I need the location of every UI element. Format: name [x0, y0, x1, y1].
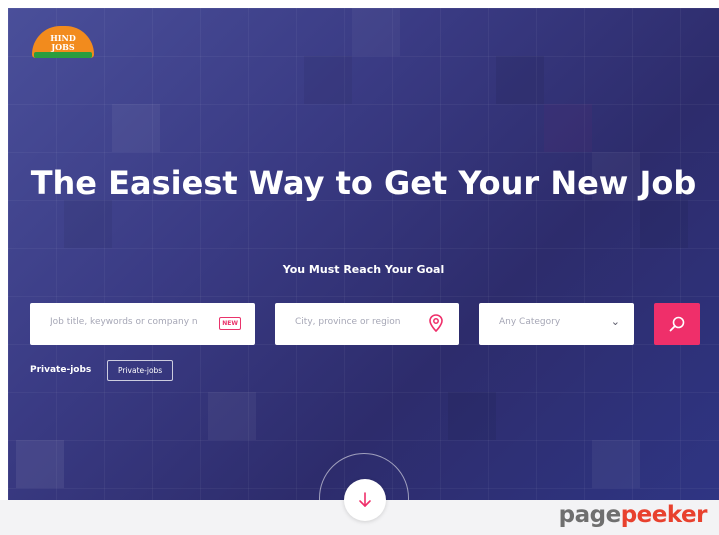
location-input[interactable]: City, province or region	[275, 303, 459, 345]
new-badge: NEW	[219, 317, 241, 330]
pagepeeker-watermark: pagepeeker	[558, 502, 708, 528]
page: HIND JOBS The Easiest Way to Get Your Ne…	[0, 0, 719, 535]
logo-text-line2: JOBS	[51, 42, 75, 52]
category-selected-value: Any Category	[499, 317, 561, 327]
hero-section: HIND JOBS The Easiest Way to Get Your Ne…	[8, 8, 719, 500]
mosaic-tile	[496, 56, 544, 104]
keyword-search-input[interactable]: Job title, keywords or company n NEW	[30, 303, 255, 345]
site-logo[interactable]: HIND JOBS	[30, 22, 96, 62]
location-placeholder: City, province or region	[295, 317, 401, 327]
mosaic-tile	[544, 104, 592, 152]
mosaic-tile	[352, 8, 400, 56]
scroll-down-button[interactable]	[344, 479, 386, 521]
tag-private-jobs[interactable]: Private-jobs	[107, 360, 174, 381]
map-pin-icon	[429, 314, 443, 336]
watermark-part1: page	[558, 502, 622, 528]
hero-background-mosaic	[8, 8, 719, 500]
hero-subtitle: You Must Reach Your Goal	[282, 263, 445, 276]
watermark-part2: peeker	[620, 502, 708, 528]
keyword-placeholder: Job title, keywords or company n	[50, 317, 198, 327]
mosaic-tile	[208, 392, 256, 440]
mosaic-tile	[592, 440, 640, 488]
chevron-down-icon: ⌄	[610, 315, 620, 328]
mosaic-tile	[448, 392, 496, 440]
search-icon	[669, 316, 685, 332]
trending-tags-label: Private-jobs	[30, 365, 92, 375]
category-select[interactable]: Any Category ⌄	[479, 303, 634, 345]
logo-leaf-band	[34, 52, 92, 58]
arrow-down-icon	[359, 492, 371, 507]
logo-text: HIND JOBS	[30, 34, 96, 52]
mosaic-tile	[304, 56, 352, 104]
mosaic-tile	[16, 440, 64, 488]
search-button[interactable]	[654, 303, 700, 345]
mosaic-tile	[112, 104, 160, 152]
hero-title: The Easiest Way to Get Your New Job	[30, 164, 697, 202]
